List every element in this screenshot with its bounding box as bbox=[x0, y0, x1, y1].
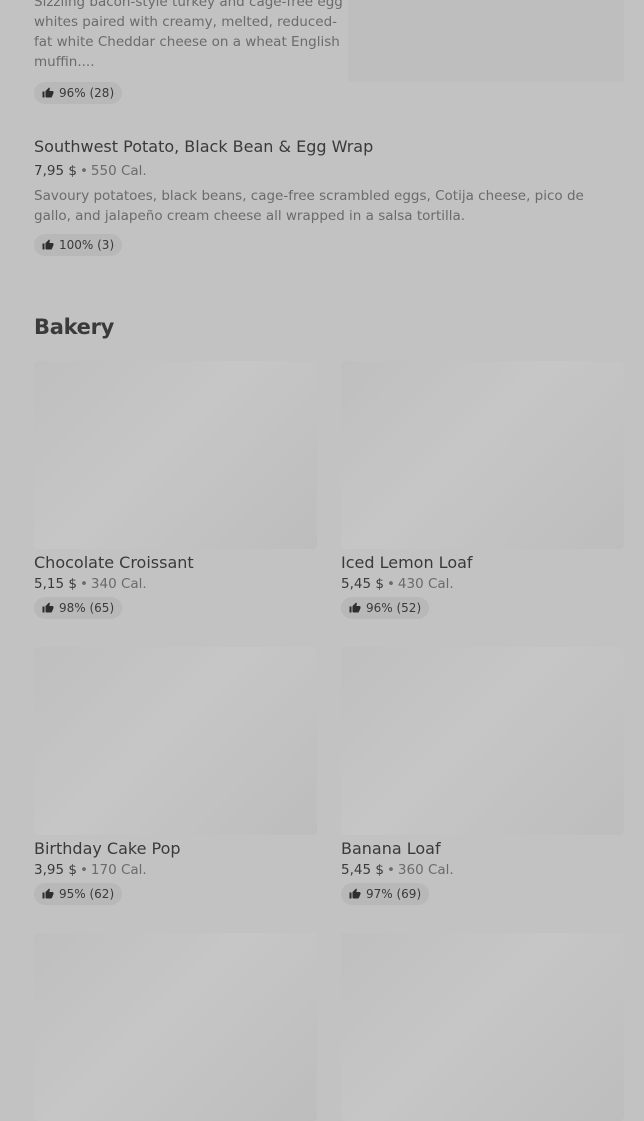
item-calories: 340 Cal. bbox=[90, 576, 147, 592]
item-price: 5,15 $ bbox=[34, 576, 77, 592]
item-calories: 360 Cal. bbox=[397, 862, 454, 878]
menu-card-iced-lemon-loaf[interactable]: Iced Lemon Loaf 5,45 $ • 430 Cal. 96% (52) bbox=[341, 361, 624, 619]
item-image[interactable] bbox=[341, 361, 624, 549]
menu-card-banana-loaf[interactable]: Banana Loaf 5,45 $ • 360 Cal. 97% (69) bbox=[341, 647, 624, 905]
item-calories: 430 Cal. bbox=[397, 576, 454, 592]
item-title[interactable]: Banana Loaf bbox=[341, 839, 624, 858]
rating-value: 95% (62) bbox=[59, 887, 115, 901]
item-price: 7,95 $ bbox=[34, 163, 77, 179]
item-image[interactable] bbox=[34, 647, 317, 835]
thumbs-up-icon bbox=[42, 888, 54, 899]
item-price: 3,95 $ bbox=[34, 862, 77, 878]
item-calories: 170 Cal. bbox=[90, 862, 147, 878]
rating-badge: 95% (62) bbox=[34, 883, 123, 905]
item-image[interactable] bbox=[341, 933, 624, 1121]
price-line: 7,95 $ • 550 Cal. bbox=[34, 163, 147, 179]
item-title[interactable]: Chocolate Croissant bbox=[34, 553, 317, 572]
item-title[interactable]: Birthday Cake Pop bbox=[34, 839, 317, 858]
price-line: 5,15 $ • 340 Cal. bbox=[34, 576, 317, 592]
menu-card[interactable] bbox=[34, 933, 317, 1121]
item-image[interactable] bbox=[348, 0, 624, 82]
thumbs-up-icon bbox=[42, 602, 54, 613]
rating-value: 96% (52) bbox=[366, 601, 422, 615]
item-title[interactable]: Iced Lemon Loaf bbox=[341, 553, 624, 572]
rating-badge: 96% (28) bbox=[34, 82, 123, 104]
item-image[interactable] bbox=[34, 933, 317, 1121]
menu-card-chocolate-croissant[interactable]: Chocolate Croissant 5,15 $ • 340 Cal. 98% … bbox=[34, 361, 317, 619]
item-price: 5,45 $ bbox=[341, 862, 384, 878]
item-description: Sizzling bacon-style turkey and cage-fre… bbox=[34, 0, 343, 70]
rating-value: 98% (65) bbox=[59, 601, 115, 615]
rating-value: 97% (69) bbox=[366, 887, 422, 901]
rating-badge: 100% (3) bbox=[34, 234, 123, 256]
menu-card-birthday-cake-pop[interactable]: Birthday Cake Pop 3,95 $ • 170 Cal. 95% (6… bbox=[34, 647, 317, 905]
separator: • bbox=[79, 862, 88, 878]
rating-badge: 96% (52) bbox=[341, 597, 430, 619]
separator: • bbox=[386, 862, 395, 878]
item-price: 5,45 $ bbox=[341, 576, 384, 592]
rating-value: 100% (3) bbox=[59, 238, 115, 252]
thumbs-up-icon bbox=[349, 602, 361, 613]
price-line: 5,45 $ • 430 Cal. bbox=[341, 576, 624, 592]
menu-card[interactable] bbox=[341, 933, 624, 1121]
rating-badge: 98% (65) bbox=[34, 597, 123, 619]
price-line: 3,95 $ • 170 Cal. bbox=[34, 862, 317, 878]
item-title[interactable]: Southwest Potato, Black Bean & Egg Wrap bbox=[34, 137, 373, 156]
thumbs-up-icon bbox=[42, 239, 54, 250]
price-line: 5,45 $ • 360 Cal. bbox=[341, 862, 624, 878]
thumbs-up-icon bbox=[42, 87, 54, 98]
separator: • bbox=[79, 163, 88, 179]
item-description: Savoury potatoes, black beans, cage-free… bbox=[34, 188, 584, 224]
rating-value: 96% (28) bbox=[59, 86, 115, 100]
thumbs-up-icon bbox=[349, 888, 361, 899]
item-calories: 550 Cal. bbox=[90, 163, 147, 179]
separator: • bbox=[386, 576, 395, 592]
section-title: Bakery bbox=[34, 315, 115, 339]
separator: • bbox=[79, 576, 88, 592]
item-image[interactable] bbox=[34, 361, 317, 549]
item-image[interactable] bbox=[341, 647, 624, 835]
rating-badge: 97% (69) bbox=[341, 883, 430, 905]
